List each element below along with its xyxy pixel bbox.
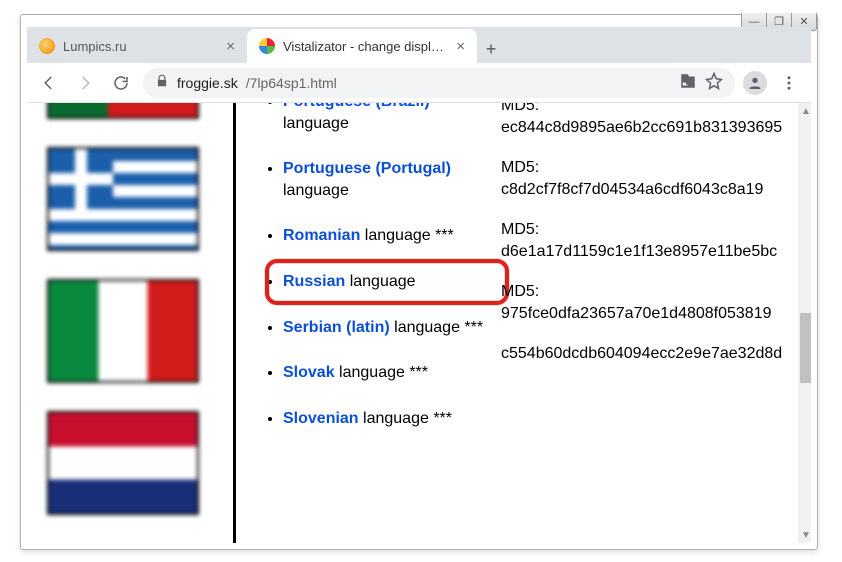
translate-icon[interactable] xyxy=(679,72,697,93)
md5-entry: MD5: c8d2cf7f8cf7d04534a6cdf6043c8a19 xyxy=(501,159,811,199)
language-suffix: language *** xyxy=(390,319,483,336)
flag-italy xyxy=(47,279,199,383)
md5-hash: d6e1a17d1159c1e1f13e8957e11be5bc xyxy=(501,243,811,261)
lock-icon xyxy=(155,74,169,91)
tab-strip: Lumpics.ru × Vistalizator - change displ… xyxy=(27,27,811,63)
browser-toolbar: froggie.sk/7lp64sp1.html xyxy=(27,63,811,103)
language-suffix: language *** xyxy=(359,410,452,427)
tab-title: Vistalizator - change display lang xyxy=(283,39,448,54)
close-tab-icon[interactable]: × xyxy=(226,38,235,55)
language-link-russian[interactable]: Russian xyxy=(283,273,345,290)
language-suffix: language *** xyxy=(360,227,453,244)
new-tab-button[interactable]: + xyxy=(477,35,505,63)
flag-netherlands xyxy=(47,411,199,515)
vertical-divider xyxy=(233,103,236,543)
list-item: Russian language xyxy=(283,271,497,293)
flag-portugal xyxy=(47,103,199,119)
flags-column xyxy=(47,103,221,543)
browser-window: — ❐ ✕ Lumpics.ru × Vistalizator - change… xyxy=(20,14,818,550)
language-link-romanian[interactable]: Romanian xyxy=(283,227,360,244)
address-bar[interactable]: froggie.sk/7lp64sp1.html xyxy=(143,68,735,98)
menu-button[interactable] xyxy=(775,69,803,97)
list-item: Romanian language *** xyxy=(283,225,497,247)
back-button[interactable] xyxy=(35,69,63,97)
md5-hash: c8d2cf7f8cf7d04534a6cdf6043c8a19 xyxy=(501,181,811,199)
url-host: froggie.sk xyxy=(177,75,238,91)
url-path: /7lp64sp1.html xyxy=(246,75,337,91)
tab-lumpics[interactable]: Lumpics.ru × xyxy=(27,29,247,63)
scroll-up-button[interactable]: ▲ xyxy=(798,103,811,119)
language-link-serbian-latin[interactable]: Serbian (latin) xyxy=(283,319,390,336)
md5-label: MD5: xyxy=(501,283,811,301)
profile-button[interactable] xyxy=(743,71,767,95)
page-viewport: Portuguese (Brazil) language Portuguese … xyxy=(27,103,811,543)
reload-button[interactable] xyxy=(107,69,135,97)
md5-hash: 975fce0dfa23657a70e1d4808f053819 xyxy=(501,305,811,323)
list-item: Portuguese (Portugal) language xyxy=(283,158,497,201)
close-tab-icon[interactable]: × xyxy=(456,38,465,55)
md5-label: MD5: xyxy=(501,221,811,239)
md5-entry: MD5: d6e1a17d1159c1e1f13e8957e11be5bc xyxy=(501,221,811,261)
language-suffix: language xyxy=(283,182,349,199)
language-suffix: language xyxy=(345,273,415,290)
md5-hash: ec844c8d9895ae6b2cc691b831393695 xyxy=(501,119,811,137)
scroll-thumb[interactable] xyxy=(800,313,811,383)
language-suffix: language xyxy=(283,115,349,132)
md5-label: MD5: xyxy=(501,159,811,177)
list-item: Serbian (latin) language *** xyxy=(283,317,497,339)
list-item: Slovenian language *** xyxy=(283,408,497,430)
language-link-slovenian[interactable]: Slovenian xyxy=(283,410,359,427)
flag-greece xyxy=(47,147,199,251)
tab-vistalizator[interactable]: Vistalizator - change display lang × xyxy=(247,29,477,63)
favicon-lumpics-icon xyxy=(39,38,55,54)
list-item: Slovak language *** xyxy=(283,362,497,384)
md5-entry: MD5: 975fce0dfa23657a70e1d4808f053819 xyxy=(501,283,811,323)
scroll-down-button[interactable]: ▼ xyxy=(798,527,811,543)
star-icon[interactable] xyxy=(705,72,723,93)
favicon-vistalizator-icon xyxy=(259,38,275,54)
language-link-portuguese-brazil[interactable]: Portuguese (Brazil) xyxy=(283,103,430,110)
language-link-slovak[interactable]: Slovak xyxy=(283,364,335,381)
md5-hash: c554b60dcdb604094ecc2e9e7ae32d8d xyxy=(501,345,811,363)
language-list: Portuguese (Brazil) language Portuguese … xyxy=(261,103,497,453)
md5-column: MD5: ec844c8d9895ae6b2cc691b831393695 MD… xyxy=(501,103,811,363)
forward-button[interactable] xyxy=(71,69,99,97)
tab-title: Lumpics.ru xyxy=(63,39,218,54)
language-link-portuguese-portugal[interactable]: Portuguese (Portugal) xyxy=(283,160,451,177)
md5-label: MD5: xyxy=(501,103,811,115)
md5-entry: c554b60dcdb604094ecc2e9e7ae32d8d xyxy=(501,345,811,363)
language-suffix: language *** xyxy=(335,364,428,381)
list-item: Portuguese (Brazil) language xyxy=(283,103,497,134)
md5-entry: MD5: ec844c8d9895ae6b2cc691b831393695 xyxy=(501,103,811,137)
vertical-scrollbar[interactable]: ▲ ▼ xyxy=(798,103,811,543)
